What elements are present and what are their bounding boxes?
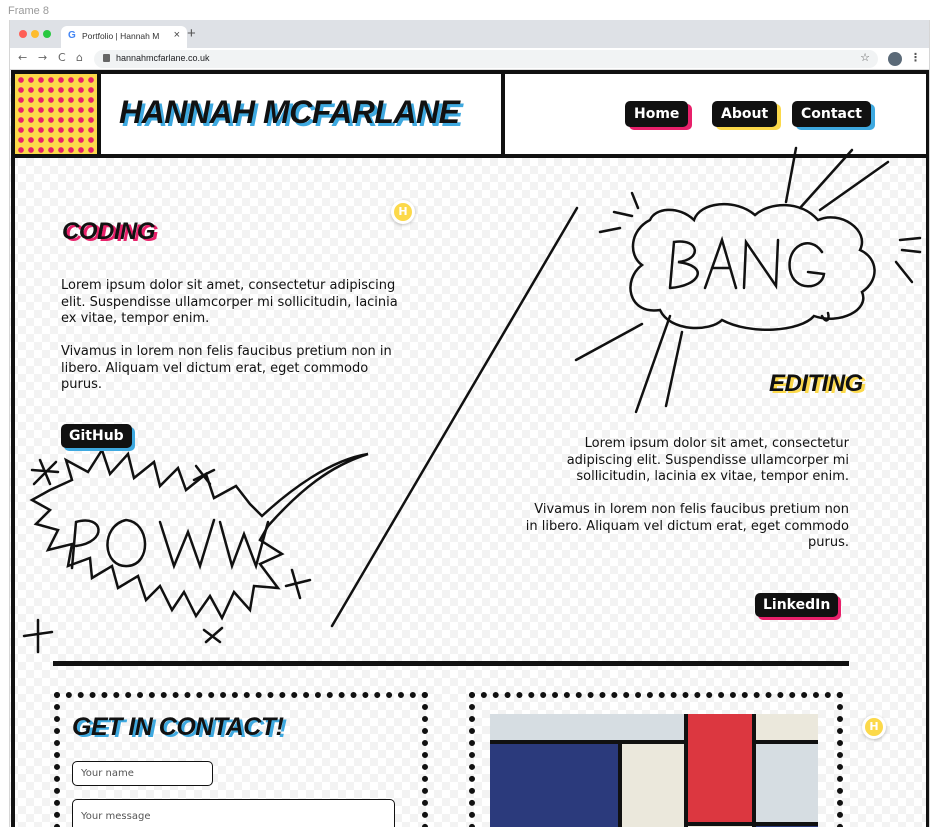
browser-tab[interactable]: G Portfolio | Hannah M × xyxy=(61,26,187,48)
linkedin-button[interactable]: LinkedIn xyxy=(755,593,839,617)
page-content: HANNAH MCFARLANE Home About Contact H CO… xyxy=(10,70,929,827)
forward-icon[interactable]: → xyxy=(38,51,47,64)
mondrian-artwork xyxy=(490,714,818,827)
profile-avatar[interactable] xyxy=(888,52,902,66)
contact-heading: GET IN CONTACT! xyxy=(72,713,284,741)
section-divider xyxy=(53,661,849,666)
coding-heading: CODING xyxy=(62,218,156,245)
maximize-window-icon[interactable] xyxy=(43,30,51,38)
browser-window: G Portfolio | Hannah M × + ← → C ⌂ hanna… xyxy=(9,20,930,827)
highlight-marker[interactable]: H xyxy=(391,200,415,224)
tab-title: Portfolio | Hannah M xyxy=(82,31,160,41)
address-bar: ← → C ⌂ hannahmcfarlane.co.uk ☆ ⋮ xyxy=(10,48,929,70)
bookmark-star-icon[interactable]: ☆ xyxy=(860,51,870,64)
editing-heading: EDITING xyxy=(769,370,863,397)
url-field[interactable]: hannahmcfarlane.co.uk ☆ xyxy=(94,50,878,68)
reload-icon[interactable]: C xyxy=(58,51,66,64)
close-window-icon[interactable] xyxy=(19,30,27,38)
url-text: hannahmcfarlane.co.uk xyxy=(116,53,210,63)
back-icon[interactable]: ← xyxy=(18,51,27,64)
frame-label: Frame 8 xyxy=(8,5,49,17)
tab-bar: G Portfolio | Hannah M × + xyxy=(10,20,929,48)
bang-doodle xyxy=(574,146,922,414)
editing-paragraph-1: Lorem ipsum dolor sit amet, consectetur … xyxy=(566,436,849,484)
coding-paragraph-2: Vivamus in lorem non felis faucibus pret… xyxy=(61,344,392,392)
home-icon[interactable]: ⌂ xyxy=(76,51,83,64)
github-button[interactable]: GitHub xyxy=(61,424,132,448)
lock-icon xyxy=(103,54,110,62)
google-favicon-icon: G xyxy=(68,30,76,41)
highlight-marker[interactable]: H xyxy=(862,715,886,739)
name-field[interactable]: Your name xyxy=(72,761,213,786)
browser-menu-icon[interactable]: ⋮ xyxy=(910,51,921,64)
minimize-window-icon[interactable] xyxy=(31,30,39,38)
coding-paragraph-1: Lorem ipsum dolor sit amet, consectetur … xyxy=(61,278,398,326)
message-field[interactable]: Your message xyxy=(72,799,395,827)
new-tab-icon[interactable]: + xyxy=(187,25,196,42)
tab-close-icon[interactable]: × xyxy=(174,29,180,41)
editing-paragraph-2: Vivamus in lorem non felis faucibus pret… xyxy=(525,502,849,550)
